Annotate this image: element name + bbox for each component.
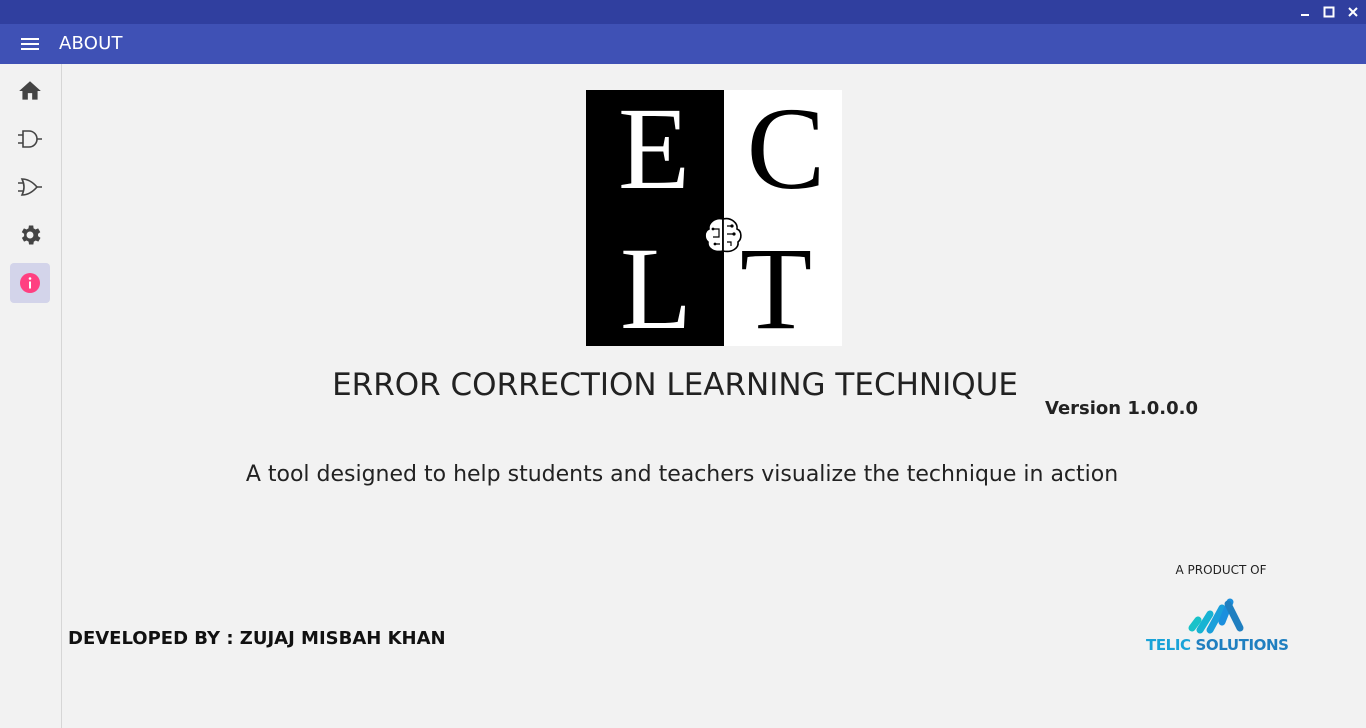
logo-letter-e: E	[618, 90, 690, 214]
close-icon[interactable]	[1346, 5, 1360, 19]
brain-circuit-icon	[704, 217, 742, 253]
telic-solutions-logo-icon	[1188, 598, 1244, 634]
minimize-icon[interactable]	[1298, 5, 1312, 19]
and-gate-icon	[18, 130, 42, 148]
company-name-part2: SOLUTIONS	[1190, 636, 1289, 654]
app-full-name: ERROR CORRECTION LEARNING TECHNIQUE	[332, 367, 1018, 403]
sidebar-item-or-gate[interactable]	[10, 167, 50, 207]
window-titlebar	[0, 0, 1366, 24]
info-icon	[20, 273, 40, 293]
sidebar-item-settings[interactable]	[10, 215, 50, 255]
sidebar-item-home[interactable]	[10, 71, 50, 111]
sidebar-item-and-gate[interactable]	[10, 119, 50, 159]
logo-letter-l: L	[620, 223, 692, 346]
gear-icon	[21, 225, 41, 245]
about-content: E C L T ERROR CORRECTION LEARNING TECHNI…	[62, 64, 1366, 728]
sidebar-item-about[interactable]	[10, 263, 50, 303]
hamburger-menu-icon[interactable]	[18, 34, 42, 54]
company-name-part1: TELIC	[1146, 636, 1191, 654]
logo-letter-c: C	[747, 90, 826, 214]
product-of-label: A PRODUCT OF	[1175, 563, 1267, 577]
version-label: Version 1.0.0.0	[1045, 398, 1198, 419]
developer-credit: DEVELOPED BY : ZUJAJ MISBAH KHAN	[68, 628, 446, 649]
home-icon	[19, 81, 41, 100]
logo-letter-t: T	[740, 223, 812, 346]
or-gate-icon	[18, 178, 42, 196]
window-controls	[1298, 0, 1360, 24]
sidebar	[0, 64, 62, 728]
page-title: ABOUT	[59, 33, 123, 54]
company-name: TELIC SOLUTIONS	[1146, 636, 1289, 654]
app-bar: ABOUT	[0, 24, 1366, 64]
app-logo: E C L T	[586, 90, 842, 346]
maximize-icon[interactable]	[1322, 5, 1336, 19]
app-tagline: A tool designed to help students and tea…	[245, 462, 1119, 487]
